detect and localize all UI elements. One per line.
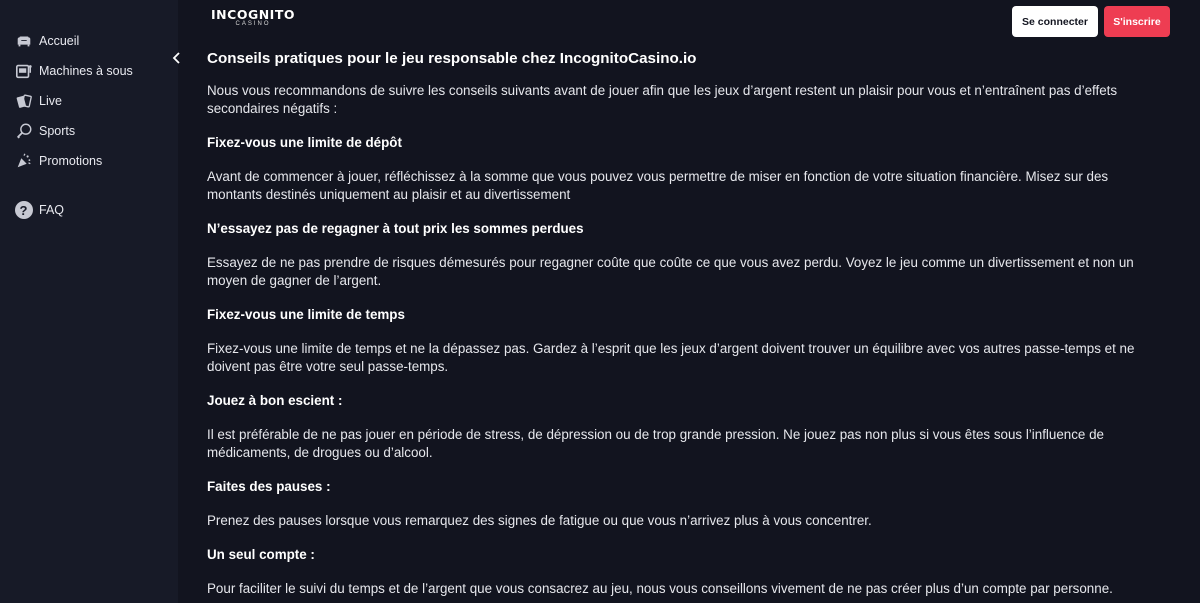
section-heading: Un seul compte : bbox=[207, 547, 315, 562]
logo[interactable]: INCOGNITO CASINO bbox=[210, 8, 296, 34]
section-text: Essayez de ne pas prendre de risques dém… bbox=[207, 255, 1134, 288]
sidebar-item-machines-a-sous[interactable]: Machines à sous bbox=[0, 56, 178, 86]
section-text: Prenez des pauses lorsque vous remarquez… bbox=[207, 513, 872, 528]
section-heading: Fixez-vous une limite de temps bbox=[207, 307, 405, 322]
sidebar-item-label: Sports bbox=[39, 124, 76, 138]
logo-subtitle: CASINO bbox=[235, 21, 271, 27]
sidebar-item-label: FAQ bbox=[39, 203, 65, 217]
question-icon: ? bbox=[14, 201, 33, 220]
sidebar-item-promotions[interactable]: Promotions bbox=[0, 146, 178, 176]
sidebar-item-faq[interactable]: ? FAQ bbox=[0, 195, 178, 225]
section-text: Il est préférable de ne pas jouer en pér… bbox=[207, 427, 1104, 460]
section-heading: N’essayez pas de regagner à tout prix le… bbox=[207, 221, 584, 236]
intro-paragraph: Nous vous recommandons de suivre les con… bbox=[207, 83, 1118, 116]
register-button[interactable]: S'inscrire bbox=[1104, 6, 1170, 37]
sidebar-item-sports[interactable]: Sports bbox=[0, 116, 178, 146]
sidebar-item-label: Live bbox=[39, 94, 62, 108]
ball-icon bbox=[14, 122, 33, 141]
sidebar-item-label: Promotions bbox=[39, 154, 103, 168]
sofa-icon bbox=[14, 32, 33, 51]
section-heading: Faites des pauses : bbox=[207, 479, 331, 494]
section-heading: Jouez à bon escient : bbox=[207, 393, 343, 408]
collapse-sidebar-icon[interactable] bbox=[170, 50, 184, 66]
section-text: Avant de commencer à jouer, réfléchissez… bbox=[207, 169, 1109, 202]
section-text: Fixez-vous une limite de temps et ne la … bbox=[207, 341, 1135, 374]
login-button[interactable]: Se connecter bbox=[1012, 6, 1098, 37]
article: Conseils pratiques pour le jeu responsab… bbox=[207, 48, 1147, 603]
sidebar-item-live[interactable]: Live bbox=[0, 86, 178, 116]
sidebar: Accueil Machines à sous Live Sports Prom… bbox=[0, 0, 178, 603]
sidebar-item-label: Machines à sous bbox=[39, 64, 133, 78]
party-popper-icon bbox=[14, 152, 33, 171]
sidebar-item-accueil[interactable]: Accueil bbox=[0, 26, 178, 56]
slot-machine-icon bbox=[14, 62, 33, 81]
section-heading: Fixez-vous une limite de dépôt bbox=[207, 135, 402, 150]
logo-wordmark: INCOGNITO bbox=[211, 7, 295, 22]
section-text: Pour faciliter le suivi du temps et de l… bbox=[207, 581, 1113, 596]
sidebar-item-label: Accueil bbox=[39, 34, 80, 48]
cards-icon bbox=[14, 92, 33, 111]
page-title: Conseils pratiques pour le jeu responsab… bbox=[207, 50, 697, 67]
